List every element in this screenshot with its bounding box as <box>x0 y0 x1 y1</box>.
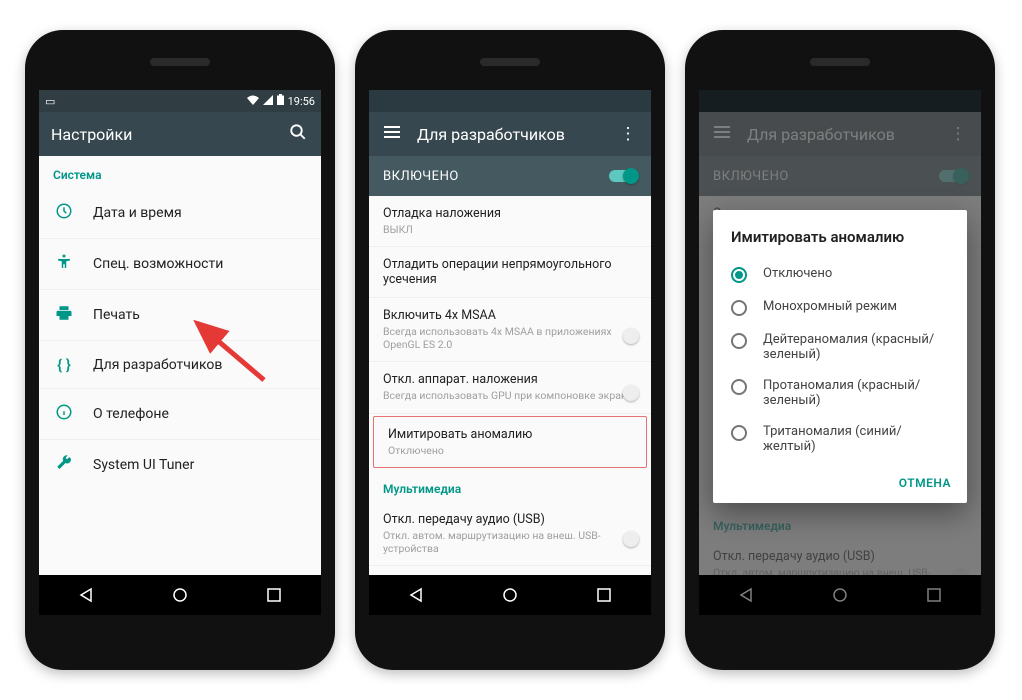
menu-icon[interactable] <box>381 124 403 144</box>
navbar <box>39 575 321 615</box>
radio-unselected-icon <box>731 425 747 441</box>
phone-speaker <box>810 58 870 66</box>
info-icon <box>53 403 75 425</box>
dev2-item-0[interactable]: Откл. передачу аудио (USB) Откл. автом. м… <box>369 502 651 566</box>
dialog-option-label: Тританомалия (синий/желтый) <box>763 424 949 454</box>
dialog-option-label: Отключено <box>763 266 832 281</box>
overflow-icon[interactable]: ⋮ <box>617 124 639 144</box>
screen: Для разработчиков ⋮ ВКЛЮЧЕНО Отладка нал… <box>699 90 981 615</box>
phone-developer-options: Для разработчиков ⋮ ВКЛЮЧЕНО Отладка нал… <box>355 30 665 670</box>
page-title: Настройки <box>51 125 287 144</box>
section-multimedia: Мультимедиа <box>369 470 651 502</box>
dev-item-primary: Включить 4x MSAA <box>383 308 637 323</box>
settings-item-label: System UI Tuner <box>93 457 194 473</box>
dialog-option-3[interactable]: Протаномалия (красный/зеленый) <box>713 370 967 416</box>
accessibility-icon <box>53 253 75 275</box>
navbar <box>369 575 651 615</box>
statusbar: ▭ 19:56 <box>39 90 321 112</box>
dev-item-primary: Откл. аппарат. наложения <box>383 372 637 387</box>
phone-settings: ▭ 19:56 Настройки Система Дата и время Сп… <box>25 30 335 670</box>
dialog-option-4[interactable]: Тританомалия (синий/желтый) <box>713 416 967 462</box>
dialog-title: Имитировать аномалию <box>713 228 967 258</box>
dev-item-secondary: ВЫКЛ <box>383 223 637 236</box>
clock-icon <box>53 202 75 224</box>
cancel-button[interactable]: ОТМЕНА <box>899 476 951 490</box>
radio-selected-icon <box>731 267 747 283</box>
settings-item-label: Спец. возможности <box>93 256 223 272</box>
dev-item-primary: Отладить операции непрямоугольного усече… <box>383 257 637 287</box>
settings-item-1[interactable]: Спец. возможности <box>39 239 321 290</box>
settings-item-4[interactable]: О телефоне <box>39 389 321 440</box>
dev-item-primary: Откл. передачу аудио (USB) <box>383 512 637 527</box>
battery-icon <box>277 94 284 108</box>
section-system: Система <box>39 156 321 188</box>
dialog-option-label: Протаномалия (красный/зеленый) <box>763 378 949 408</box>
dev-item-secondary: Откл. автом. маршрутизацию на внеш. USB-… <box>383 529 637 555</box>
dev-item-secondary: Отключено <box>388 444 632 457</box>
braces-icon: { } <box>53 355 75 374</box>
statusbar <box>369 90 651 112</box>
notification-icon: ▭ <box>45 95 55 108</box>
dialog-option-label: Монохромный режим <box>763 299 897 314</box>
settings-item-2[interactable]: Печать <box>39 290 321 341</box>
radio-unselected-icon <box>731 379 747 395</box>
screen: ▭ 19:56 Настройки Система Дата и время Сп… <box>39 90 321 615</box>
master-toggle[interactable] <box>609 170 637 182</box>
dialog-option-label: Дейтераномалия (красный/зеленый) <box>763 332 949 362</box>
dev-item-primary: Имитировать аномалию <box>388 427 632 442</box>
dev-item-0[interactable]: Отладка наложения ВЫКЛ <box>369 196 651 247</box>
dialog-option-0[interactable]: Отключено <box>713 258 967 291</box>
appbar: Настройки <box>39 112 321 156</box>
appbar: Для разработчиков ⋮ <box>369 112 651 156</box>
dev-item-1[interactable]: Отладить операции непрямоугольного усече… <box>369 247 651 298</box>
search-icon[interactable] <box>287 123 309 146</box>
phone-dialog: Для разработчиков ⋮ ВКЛЮЧЕНО Отладка нал… <box>685 30 995 670</box>
nav-home[interactable] <box>499 584 521 606</box>
settings-item-5[interactable]: System UI Tuner <box>39 440 321 490</box>
settings-item-3[interactable]: { }Для разработчиков <box>39 341 321 389</box>
dev-item-secondary: Всегда использовать GPU при компоновке э… <box>383 389 637 402</box>
dev-item-secondary: Всегда использовать 4x MSAA в приложения… <box>383 325 637 351</box>
settings-item-label: Дата и время <box>93 205 182 221</box>
dev-item-4[interactable]: Имитировать аномалию Отключено <box>373 416 647 468</box>
wifi-icon <box>247 95 259 108</box>
settings-item-0[interactable]: Дата и время <box>39 188 321 239</box>
print-icon <box>53 304 75 326</box>
settings-item-label: Печать <box>93 307 140 323</box>
phone-speaker <box>150 58 210 66</box>
dev-item-primary: Отладка наложения <box>383 206 637 221</box>
radio-unselected-icon <box>731 300 747 316</box>
dev-item-3[interactable]: Откл. аппарат. наложения Всегда использов… <box>369 362 651 413</box>
nav-back[interactable] <box>405 584 427 606</box>
content: Отладка наложения ВЫКЛ Отладить операции н… <box>369 196 651 575</box>
pointer-arrow <box>189 315 269 385</box>
page-title: Для разработчиков <box>417 125 617 144</box>
content: Система Дата и время Спец. возможности Печ… <box>39 156 321 575</box>
dialog-option-2[interactable]: Дейтераномалия (красный/зеленый) <box>713 324 967 370</box>
dialog-option-1[interactable]: Монохромный режим <box>713 291 967 324</box>
nav-home[interactable] <box>169 584 191 606</box>
master-toggle-label: ВКЛЮЧЕНО <box>383 169 459 184</box>
nav-recent[interactable] <box>593 584 615 606</box>
nav-back[interactable] <box>75 584 97 606</box>
nav-recent[interactable] <box>263 584 285 606</box>
dev-item-2[interactable]: Включить 4x MSAA Всегда использовать 4x M… <box>369 298 651 362</box>
simulate-anomaly-dialog: Имитировать аномалию Отключено Монохромны… <box>713 210 967 503</box>
signal-icon <box>263 95 273 108</box>
wrench-icon <box>53 454 75 476</box>
subbar: ВКЛЮЧЕНО <box>369 156 651 196</box>
radio-unselected-icon <box>731 333 747 349</box>
screen: Для разработчиков ⋮ ВКЛЮЧЕНО Отладка нал… <box>369 90 651 615</box>
phone-speaker <box>480 58 540 66</box>
clock-time: 19:56 <box>288 95 315 108</box>
settings-item-label: О телефоне <box>93 406 169 422</box>
